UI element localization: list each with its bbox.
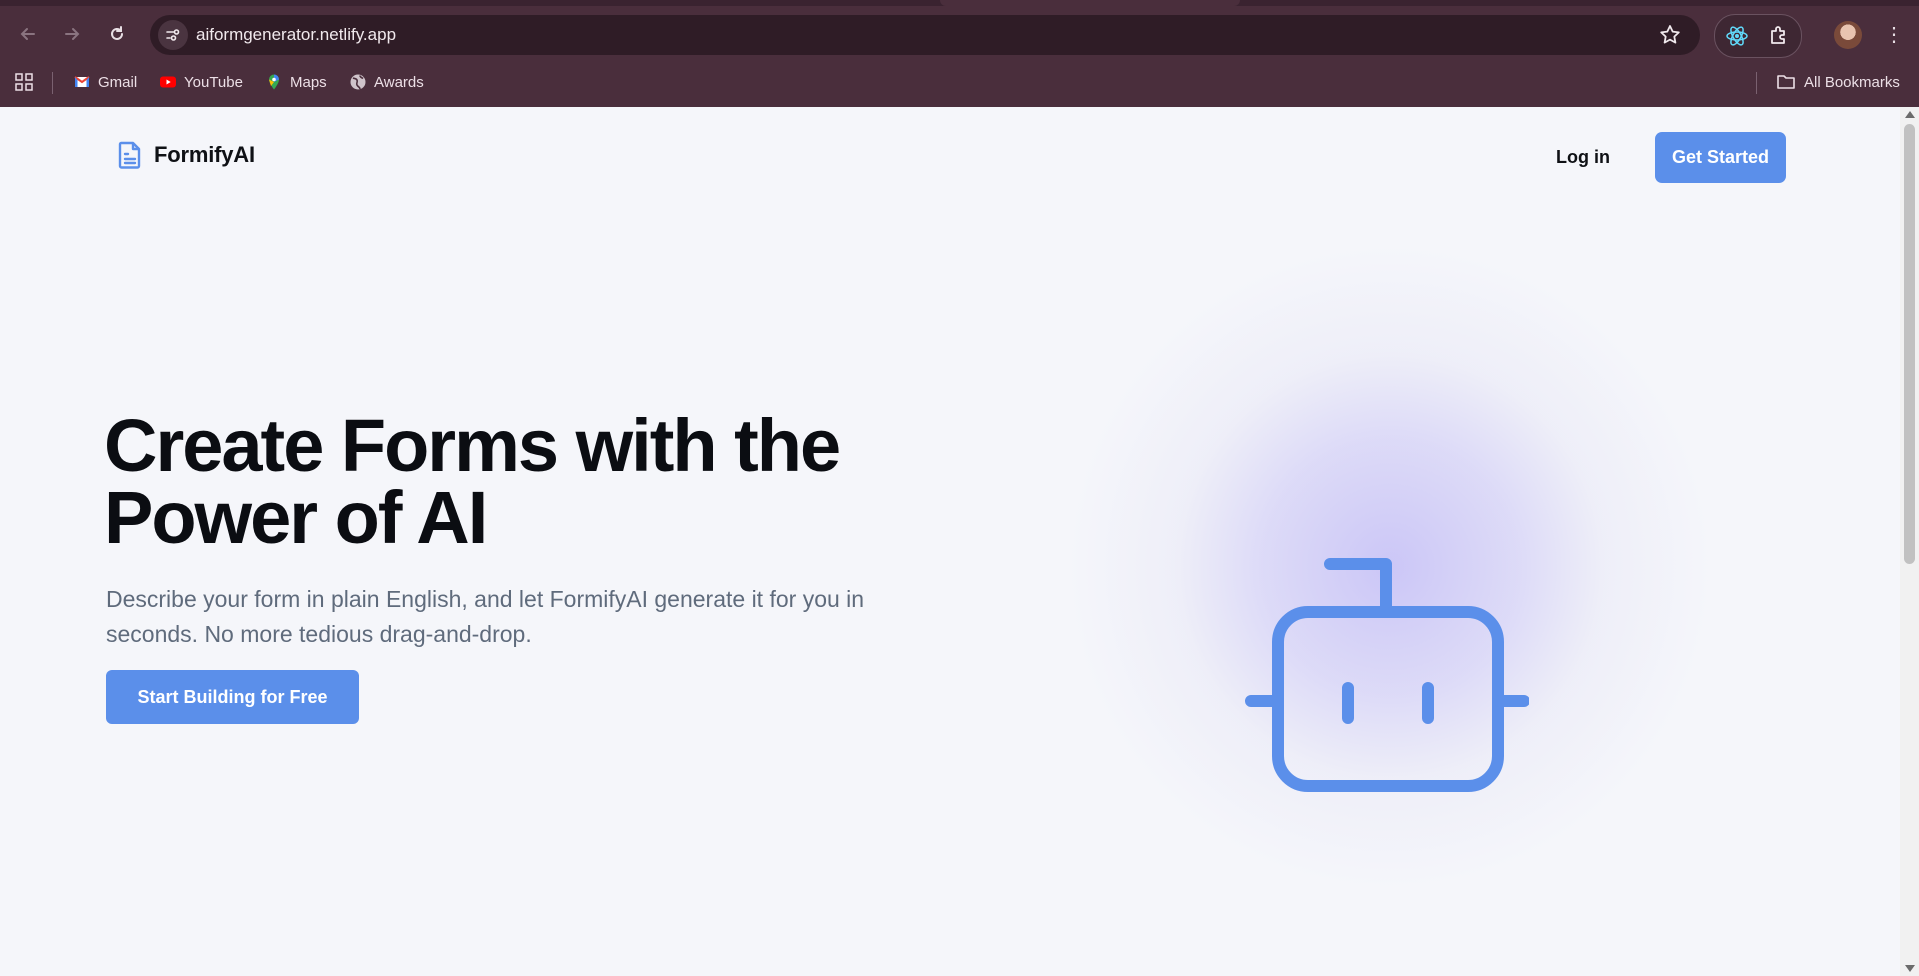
address-bar[interactable]: aiformgenerator.netlify.app [150,15,1700,55]
bookmarks-separator [1756,72,1757,94]
reload-button[interactable] [103,20,131,48]
brand-name: FormifyAI [154,142,255,167]
brand-logo[interactable]: FormifyAI [116,140,255,170]
youtube-icon [160,76,176,88]
hero-title: Create Forms with the Power of AI [104,409,904,555]
scroll-thumb[interactable] [1904,124,1915,564]
bookmarks-separator [52,72,53,94]
gmail-icon [74,76,90,87]
back-button[interactable] [14,20,42,48]
extensions-group [1714,14,1802,58]
arrow-left-icon [20,28,35,40]
bookmarks-bar: Gmail YouTube Maps Awards All Bookmarks [0,64,1919,107]
bookmark-gmail[interactable]: Gmail [73,64,137,100]
robot-icon [1245,558,1529,792]
forward-button[interactable] [58,20,86,48]
scroll-down-arrow-icon[interactable] [1905,965,1915,972]
bookmark-label: Maps [290,73,327,91]
bookmark-maps[interactable]: Maps [265,64,327,100]
page-scrollbar[interactable] [1900,107,1919,976]
globe-icon [350,74,366,90]
hero-title-line2: Power of AI [104,476,488,559]
start-building-button[interactable]: Start Building for Free [106,670,359,724]
puzzle-icon[interactable] [1767,24,1791,48]
browser-menu-icon[interactable]: ⋮ [1884,20,1904,50]
all-bookmarks-button[interactable]: All Bookmarks [1776,64,1900,100]
maps-icon [269,74,279,90]
bookmark-youtube[interactable]: YouTube [159,64,243,100]
bookmark-label: YouTube [184,73,243,91]
apps-grid-icon[interactable] [14,72,34,92]
folder-icon [1777,75,1795,89]
reload-icon [111,26,123,40]
page-viewport: FormifyAI Log in Get Started Create Form… [0,107,1900,976]
bookmark-awards[interactable]: Awards [349,64,424,100]
bookmark-label: Gmail [98,73,138,91]
browser-chrome: aiformgenerator.netlify.app ⋮ Gmail YouT… [0,0,1919,107]
bookmark-label: Awards [374,73,424,91]
scroll-up-arrow-icon[interactable] [1905,111,1915,118]
url-text[interactable]: aiformgenerator.netlify.app [196,15,396,55]
bookmark-star-icon[interactable] [1658,23,1682,47]
tune-icon [166,29,180,41]
react-devtools-icon[interactable] [1725,24,1749,48]
login-link[interactable]: Log in [1556,147,1610,168]
profile-avatar[interactable] [1834,21,1862,49]
all-bookmarks-label: All Bookmarks [1804,73,1900,91]
site-info-button[interactable] [158,20,188,50]
hero-subtitle: Describe your form in plain English, and… [106,586,865,647]
hero-title-line1: Create Forms with the [104,404,841,487]
document-icon [118,141,141,169]
arrow-right-icon [65,28,80,40]
browser-toolbar: aiformgenerator.netlify.app ⋮ [0,6,1919,64]
get-started-button[interactable]: Get Started [1655,132,1786,183]
